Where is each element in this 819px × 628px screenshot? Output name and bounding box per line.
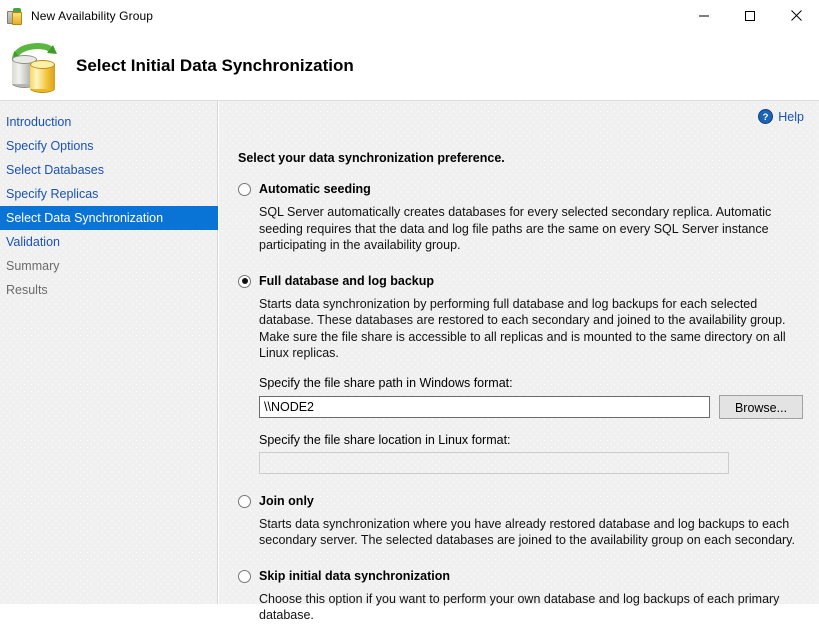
- option-label: Skip initial data synchronization: [259, 568, 451, 583]
- option-label: Join only: [259, 493, 314, 508]
- window-title: New Availability Group: [31, 8, 154, 23]
- option-description: Starts data synchronization where you ha…: [259, 516, 795, 548]
- help-label: Help: [778, 109, 804, 124]
- window-controls: [681, 0, 819, 31]
- maximize-button[interactable]: [727, 0, 773, 31]
- page-title: Select Initial Data Synchronization: [76, 55, 354, 75]
- linux-share-path-input[interactable]: [259, 451, 729, 474]
- close-button[interactable]: [773, 0, 819, 31]
- close-icon: [790, 10, 802, 21]
- minimize-button[interactable]: [681, 0, 727, 31]
- option-label: Automatic seeding: [259, 182, 371, 196]
- radio-join-only[interactable]: [238, 494, 251, 508]
- maximize-icon: [745, 10, 755, 21]
- option-skip-initial-data-synchronization[interactable]: Skip initial data synchronization Choose…: [238, 569, 803, 624]
- option-description: Choose this option if you want to perfor…: [259, 591, 780, 623]
- help-circle-icon: ?: [758, 109, 774, 124]
- title-bar: New Availability Group: [0, 0, 819, 31]
- option-description: SQL Server automatically creates databas…: [259, 205, 772, 252]
- sidebar-item-validation[interactable]: Validation: [0, 230, 217, 254]
- target-database-icon: [30, 59, 55, 93]
- option-full-database-and-log-backup[interactable]: Full database and log backup Starts data…: [238, 274, 803, 474]
- browse-button[interactable]: Browse...: [719, 394, 803, 419]
- linux-share-path-label: Specify the file share location in Linux…: [259, 432, 511, 447]
- help-link[interactable]: ? Help: [758, 109, 804, 124]
- radio-automatic-seeding[interactable]: [238, 183, 251, 196]
- windows-share-path-block: Specify the file share path in Windows f…: [259, 376, 803, 419]
- option-description: Starts data synchronization by performin…: [259, 296, 786, 361]
- availability-group-icon: [7, 7, 23, 25]
- svg-text:?: ?: [763, 112, 769, 123]
- sidebar-item-specify-options[interactable]: Specify Options: [0, 134, 217, 158]
- sidebar-item-specify-replicas[interactable]: Specify Replicas: [0, 182, 217, 206]
- minimize-icon: [699, 15, 709, 16]
- synchronization-options-panel: Select your data synchronization prefere…: [238, 151, 803, 628]
- wizard-steps-sidebar: Introduction Specify Options Select Data…: [0, 101, 218, 604]
- radio-full-database-and-log-backup[interactable]: [238, 274, 251, 288]
- content-pane: ? Help Select your data synchronization …: [219, 101, 819, 622]
- option-label: Full database and log backup: [259, 273, 435, 288]
- page-header: Select Initial Data Synchronization: [0, 31, 819, 101]
- sidebar-item-select-databases[interactable]: Select Databases: [0, 158, 217, 182]
- windows-share-path-input[interactable]: [259, 395, 711, 418]
- section-lead: Select your data synchronization prefere…: [238, 151, 505, 165]
- sidebar-item-introduction[interactable]: Introduction: [0, 110, 217, 134]
- option-join-only[interactable]: Join only Starts data synchronization wh…: [238, 494, 803, 549]
- data-synchronization-icon: [6, 38, 62, 94]
- windows-share-path-label: Specify the file share path in Windows f…: [259, 375, 513, 390]
- linux-share-path-block: Specify the file share location in Linux…: [259, 433, 803, 474]
- sidebar-item-results[interactable]: Results: [0, 278, 217, 302]
- new-availability-group-dialog: New Availability Group Select Initial Da…: [0, 0, 819, 622]
- option-automatic-seeding[interactable]: Automatic seeding SQL Server automatical…: [238, 182, 803, 254]
- sidebar-item-summary[interactable]: Summary: [0, 254, 217, 278]
- sidebar-item-select-data-synchronization[interactable]: Select Data Synchronization: [0, 206, 218, 230]
- radio-skip-initial-data-synchronization[interactable]: [238, 569, 251, 583]
